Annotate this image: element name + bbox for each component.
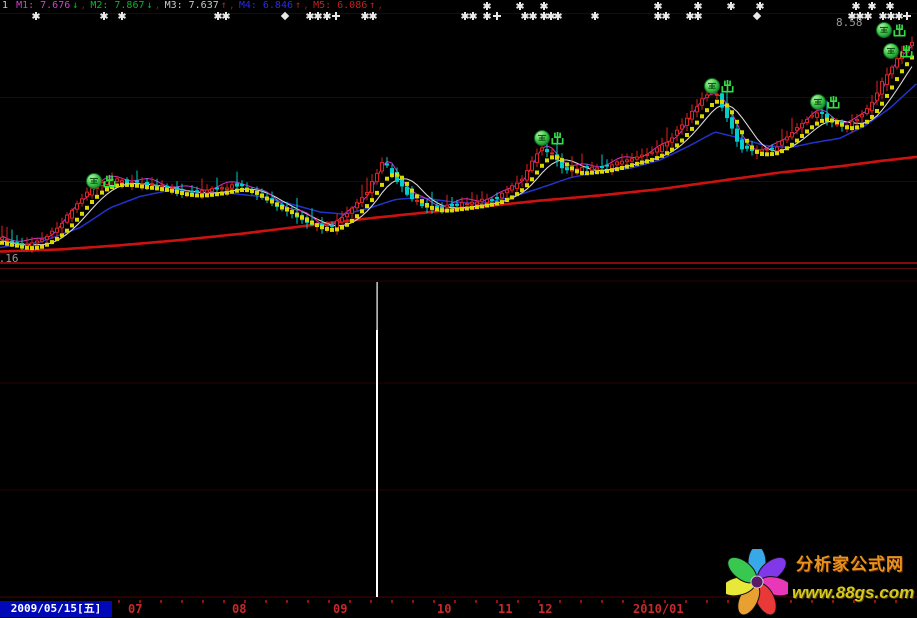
watermark: 分析家公式网 www.88gs.com — [718, 545, 917, 618]
sell-circle-icon — [883, 43, 899, 59]
sell-signal-stamp — [810, 94, 840, 114]
axis-tick — [139, 600, 141, 603]
stock-chart-window: 1 M1: 7.676↓,M2: 7.867↓,M3: 7.637↑,M4: 6… — [0, 0, 917, 618]
sell-circle-icon — [86, 173, 102, 189]
ma-value-item: M2: 7.867↓, — [90, 0, 162, 11]
watermark-site-url: www.88gs.com — [792, 583, 914, 603]
axis-month-label: 11 — [498, 602, 512, 616]
axis-month-label: 12 — [538, 602, 552, 616]
axis-tick — [538, 600, 540, 603]
chu-character-icon — [900, 45, 913, 63]
ma-value-item: M1: 7.676↓, — [16, 0, 88, 11]
sell-circle-icon — [704, 78, 720, 94]
axis-tick — [286, 600, 288, 603]
ma-value-item: M3: 7.637↑, — [165, 0, 237, 11]
axis-tick — [307, 600, 309, 603]
axis-tick — [223, 600, 225, 603]
chu-character-icon — [721, 80, 734, 98]
chu-character-icon — [551, 132, 564, 150]
chu-character-icon — [893, 24, 906, 42]
axis-tick — [475, 600, 477, 603]
chu-character-icon — [827, 96, 840, 114]
axis-tick — [370, 600, 372, 603]
cursor-date-cell: 2009/05/15[五] — [0, 601, 112, 617]
bar-index-label: 1 — [2, 0, 8, 11]
ma-value-item: M4: 6.846↑, — [239, 0, 311, 11]
axis-tick — [244, 600, 246, 603]
chu-character-icon — [103, 175, 116, 193]
sell-signal-stamp — [534, 130, 564, 150]
axis-tick — [643, 600, 645, 603]
price-low-label: 6.16 — [0, 252, 19, 265]
axis-tick — [664, 600, 666, 603]
axis-tick — [391, 600, 393, 603]
axis-month-label: 08 — [232, 602, 246, 616]
axis-tick — [685, 600, 687, 603]
axis-tick — [601, 600, 603, 603]
axis-tick — [412, 600, 414, 603]
axis-tick — [622, 600, 624, 603]
axis-tick — [433, 600, 435, 603]
axis-month-label: 2010/01 — [633, 602, 684, 616]
sell-circle-icon — [534, 130, 550, 146]
ma-values: M1: 7.676↓,M2: 7.867↓,M3: 7.637↑,M4: 6.8… — [16, 0, 387, 11]
axis-month-label: 09 — [333, 602, 347, 616]
sell-signal-stamp — [883, 43, 913, 63]
axis-tick — [181, 600, 183, 603]
axis-tick — [559, 600, 561, 603]
axis-month-label: 07 — [128, 602, 142, 616]
axis-tick — [202, 600, 204, 603]
axis-month-label: 10 — [437, 602, 451, 616]
chart-canvas[interactable] — [0, 0, 917, 618]
sell-signal-stamp — [86, 173, 116, 193]
sell-signal-stamp — [704, 78, 734, 98]
sell-signal-stamp — [876, 22, 906, 42]
ma-readout-bar: 1 M1: 7.676↓,M2: 7.867↓,M3: 7.637↑,M4: 6… — [2, 0, 389, 12]
axis-tick — [580, 600, 582, 603]
price-high-label: 8.58 — [836, 16, 863, 29]
axis-tick — [496, 600, 498, 603]
axis-tick — [265, 600, 267, 603]
axis-tick — [349, 600, 351, 603]
axis-tick — [160, 600, 162, 603]
axis-tick — [706, 600, 708, 603]
ma-value-item: M5: 6.086↑, — [313, 0, 385, 11]
axis-tick — [328, 600, 330, 603]
watermark-site-name: 分析家公式网 — [796, 550, 916, 575]
axis-tick — [454, 600, 456, 603]
axis-tick — [118, 600, 120, 603]
axis-tick — [517, 600, 519, 603]
flower-logo-icon — [726, 549, 788, 615]
sell-circle-icon — [810, 94, 826, 110]
sell-circle-icon — [876, 22, 892, 38]
